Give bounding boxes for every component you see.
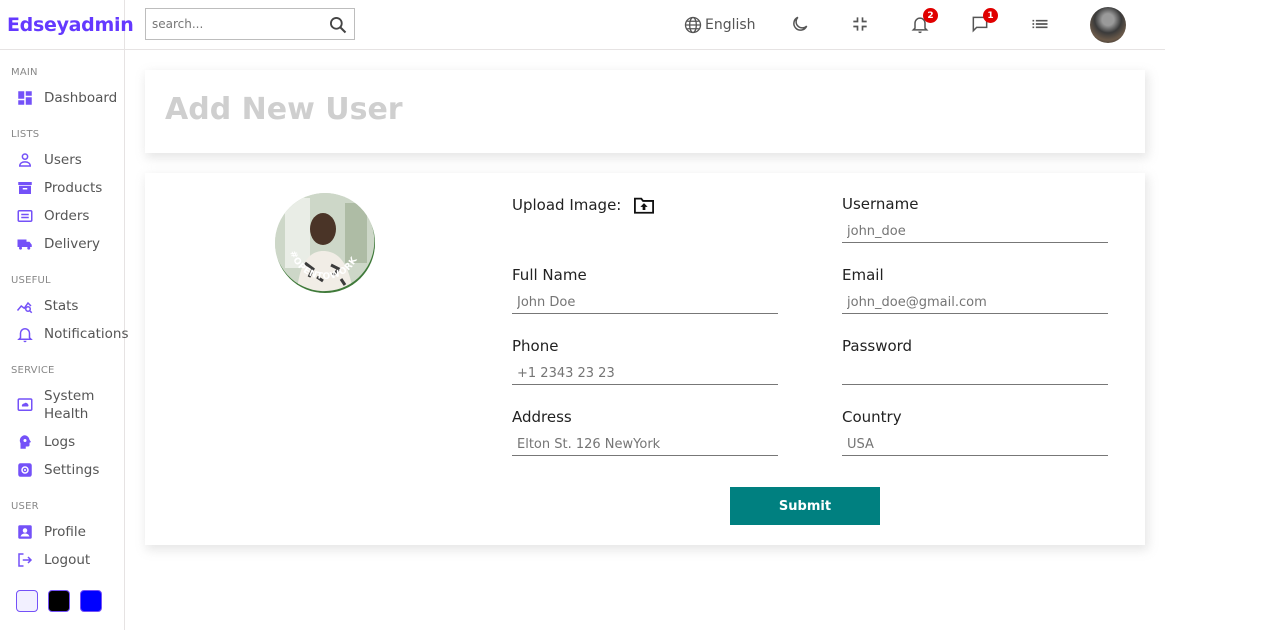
theme-swatch-light[interactable] bbox=[16, 590, 38, 612]
logout-icon bbox=[18, 553, 33, 567]
language-selector[interactable]: English bbox=[683, 15, 756, 35]
section-title-user: USER bbox=[11, 501, 39, 512]
app-logo[interactable]: Edseyadmin bbox=[7, 14, 134, 36]
sidebar-item-label: Dashboard bbox=[44, 90, 118, 106]
section-title-service: SERVICE bbox=[11, 365, 55, 376]
email-label: Email bbox=[842, 266, 884, 284]
sidebar-item-label: Notifications bbox=[44, 326, 129, 342]
sidebar-item-products[interactable]: Products bbox=[16, 179, 102, 197]
bell-icon bbox=[17, 328, 33, 343]
sidebar-item-label: Delivery bbox=[44, 236, 101, 252]
upload-image-label: Upload Image: bbox=[512, 196, 622, 214]
section-title-useful: USEFUL bbox=[11, 275, 51, 286]
sidebar-item-label: Profile bbox=[44, 524, 86, 540]
page-title: Add New User bbox=[165, 92, 403, 127]
email-field[interactable] bbox=[842, 292, 1108, 314]
settings-system-icon bbox=[17, 398, 33, 411]
sidebar-item-notifications[interactable]: Notifications bbox=[16, 325, 129, 343]
sidebar-item-dashboard[interactable]: Dashboard bbox=[16, 89, 117, 107]
insert-chart-icon bbox=[16, 301, 33, 314]
sidebar-item-delivery[interactable]: Delivery bbox=[16, 235, 100, 253]
sidebar-item-label: System Health bbox=[44, 388, 95, 422]
messages-button[interactable]: 1 bbox=[970, 8, 998, 34]
profile-photo: #OPENTOWORK bbox=[275, 193, 375, 293]
sidebar-item-label: Logs bbox=[44, 434, 76, 450]
settings-icon bbox=[18, 463, 32, 477]
section-title-main: MAIN bbox=[11, 67, 38, 78]
full-name-label: Full Name bbox=[512, 266, 587, 284]
fullscreen-exit-icon bbox=[853, 17, 867, 31]
password-label: Password bbox=[842, 337, 913, 355]
upload-image-row: Upload Image: bbox=[512, 195, 655, 215]
phone-field[interactable] bbox=[512, 363, 778, 385]
language-label: English bbox=[705, 17, 756, 33]
sidebar-item-label: Users bbox=[44, 152, 82, 168]
phone-label: Phone bbox=[512, 337, 559, 355]
topbar: English 2 1 bbox=[125, 0, 1165, 50]
theme-swatch-blue[interactable] bbox=[80, 590, 102, 612]
sidebar-item-settings[interactable]: Settings bbox=[16, 461, 99, 479]
username-label: Username bbox=[842, 195, 919, 213]
dashboard-icon bbox=[18, 91, 32, 105]
sidebar-item-users[interactable]: Users bbox=[16, 151, 82, 169]
search-box bbox=[145, 8, 355, 40]
store-icon bbox=[18, 182, 32, 194]
moon-icon bbox=[793, 16, 808, 31]
sidebar-item-logout[interactable]: Logout bbox=[16, 551, 90, 569]
user-avatar[interactable] bbox=[1090, 7, 1126, 43]
sidebar-item-label: Orders bbox=[44, 208, 90, 224]
submit-button[interactable]: Submit bbox=[730, 487, 880, 525]
sidebar-item-profile[interactable]: Profile bbox=[16, 523, 86, 541]
fullscreen-exit-button[interactable] bbox=[850, 14, 870, 34]
sidebar-item-orders[interactable]: Orders bbox=[16, 207, 89, 225]
address-field[interactable] bbox=[512, 434, 778, 456]
title-card: Add New User bbox=[145, 70, 1145, 153]
notifications-badge: 2 bbox=[923, 8, 938, 23]
full-name-field[interactable] bbox=[512, 292, 778, 314]
search-input[interactable] bbox=[152, 17, 322, 31]
credit-card-icon bbox=[17, 210, 33, 222]
list-icon bbox=[1032, 19, 1048, 29]
messages-badge: 1 bbox=[983, 8, 998, 23]
address-label: Address bbox=[512, 408, 572, 426]
sidebar-item-label: Stats bbox=[44, 298, 79, 314]
truck-icon bbox=[17, 239, 32, 250]
globe-icon bbox=[684, 16, 702, 34]
sidebar: Edseyadmin MAIN Dashboard LISTS Users Pr… bbox=[0, 0, 134, 630]
dark-mode-toggle[interactable] bbox=[790, 14, 810, 34]
form-card: #OPENTOWORK Upload Image: Username Full … bbox=[145, 173, 1145, 545]
sidebar-item-system-health[interactable]: System Health bbox=[16, 387, 121, 423]
sidebar-item-label: Settings bbox=[44, 462, 100, 478]
notifications-button[interactable]: 2 bbox=[910, 8, 938, 34]
profile-image-preview: #OPENTOWORK bbox=[275, 193, 375, 293]
sidebar-item-label: Logout bbox=[44, 552, 91, 568]
password-field[interactable] bbox=[842, 363, 1108, 385]
section-title-lists: LISTS bbox=[11, 129, 40, 140]
search-icon[interactable] bbox=[328, 15, 348, 35]
theme-swatch-dark[interactable] bbox=[48, 590, 70, 612]
sidebar-item-logs[interactable]: Logs bbox=[16, 433, 75, 451]
username-field[interactable] bbox=[842, 221, 1108, 243]
sidebar-item-stats[interactable]: Stats bbox=[16, 297, 78, 315]
person-icon bbox=[18, 153, 32, 167]
psychology-icon bbox=[19, 435, 31, 449]
drive-folder-upload-icon[interactable] bbox=[633, 195, 655, 215]
country-field[interactable] bbox=[842, 434, 1108, 456]
country-label: Country bbox=[842, 408, 902, 426]
sidebar-item-label: Products bbox=[44, 180, 103, 196]
list-menu-button[interactable] bbox=[1030, 14, 1050, 34]
account-box-icon bbox=[18, 525, 32, 539]
logo-area: Edseyadmin bbox=[0, 0, 134, 50]
